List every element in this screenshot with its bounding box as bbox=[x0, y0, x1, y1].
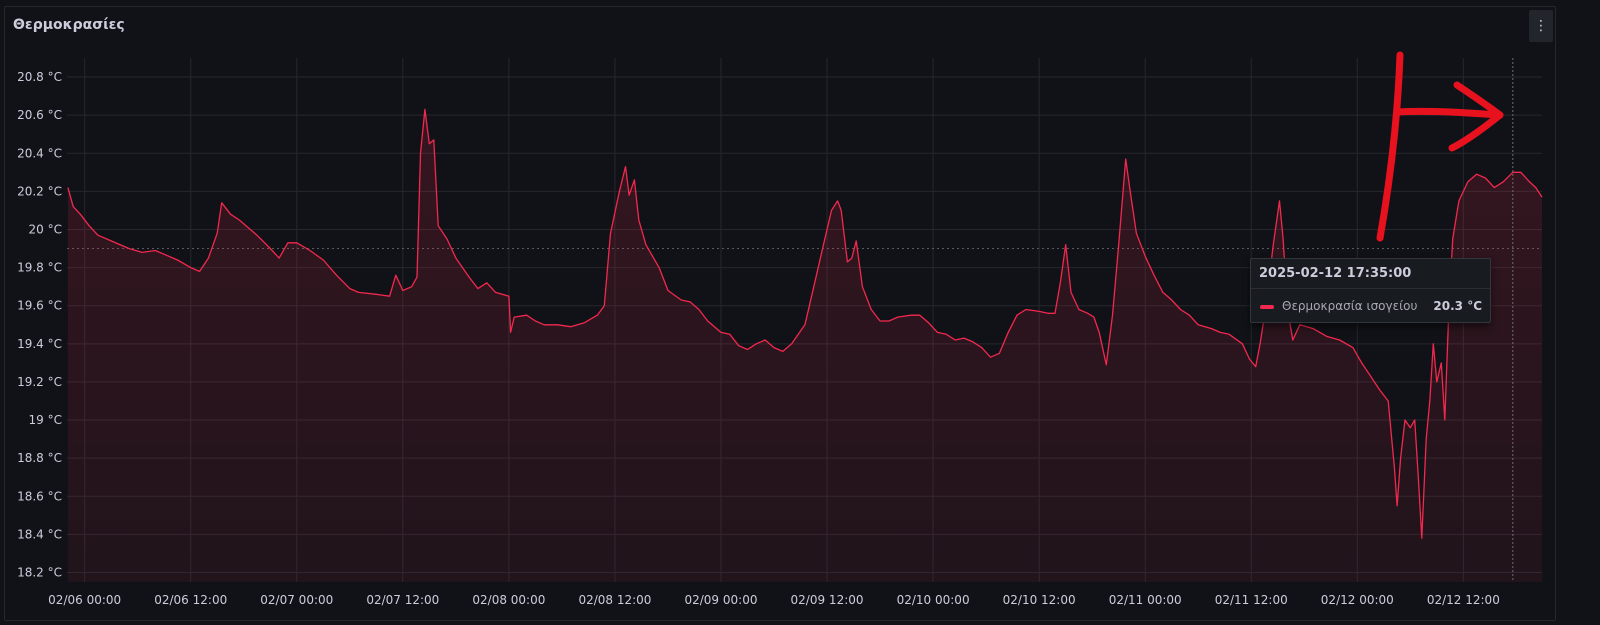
y-tick-label: 20.6 °C bbox=[17, 108, 62, 122]
x-tick-label: 02/06 12:00 bbox=[154, 593, 227, 607]
y-tick-label: 18.2 °C bbox=[17, 565, 62, 579]
y-tick-label: 18.4 °C bbox=[17, 527, 62, 541]
y-tick-label: 18.6 °C bbox=[17, 489, 62, 503]
y-tick-label: 20.2 °C bbox=[17, 184, 62, 198]
tooltip-time: 2025-02-12 17:35:00 bbox=[1259, 266, 1412, 281]
tooltip-value: 20.3 °C bbox=[1433, 299, 1482, 313]
tooltip-divider bbox=[1251, 288, 1490, 289]
hover-tooltip: 2025-02-12 17:35:00 Θερμοκρασία ισογείου… bbox=[1250, 258, 1491, 323]
x-tick-label: 02/12 00:00 bbox=[1321, 593, 1394, 607]
x-tick-label: 02/10 00:00 bbox=[897, 593, 970, 607]
y-tick-label: 20.8 °C bbox=[17, 70, 62, 84]
y-tick-label: 19.4 °C bbox=[17, 337, 62, 351]
y-axis: 20.8 °C 20.6 °C 20.4 °C 20.2 °C 20 °C 19.8 °C… bbox=[17, 70, 62, 579]
series-area bbox=[67, 109, 1542, 583]
tooltip-series-name: Θερμοκρασία ισογείου bbox=[1282, 299, 1418, 313]
y-tick-label: 19.2 °C bbox=[17, 375, 62, 389]
x-tick-label: 02/10 12:00 bbox=[1003, 593, 1076, 607]
x-tick-label: 02/11 00:00 bbox=[1109, 593, 1182, 607]
y-tick-label: 19.6 °C bbox=[17, 299, 62, 313]
x-axis: 02/06 00:00 02/06 12:00 02/07 00:00 02/07 1… bbox=[48, 593, 1500, 607]
x-tick-label: 02/07 00:00 bbox=[260, 593, 333, 607]
x-tick-label: 02/07 12:00 bbox=[366, 593, 439, 607]
series-color-swatch bbox=[1260, 305, 1274, 309]
x-tick-label: 02/11 12:00 bbox=[1215, 593, 1288, 607]
y-tick-label: 20 °C bbox=[29, 222, 62, 236]
x-tick-label: 02/09 00:00 bbox=[684, 593, 757, 607]
x-tick-label: 02/09 12:00 bbox=[791, 593, 864, 607]
y-tick-label: 20.4 °C bbox=[17, 146, 62, 160]
x-tick-label: 02/08 12:00 bbox=[578, 593, 651, 607]
y-tick-label: 19.8 °C bbox=[17, 261, 62, 275]
x-tick-label: 02/08 00:00 bbox=[472, 593, 545, 607]
x-tick-label: 02/12 12:00 bbox=[1427, 593, 1500, 607]
x-tick-label: 02/06 00:00 bbox=[48, 593, 121, 607]
y-tick-label: 18.8 °C bbox=[17, 451, 62, 465]
y-tick-label: 19 °C bbox=[29, 413, 62, 427]
